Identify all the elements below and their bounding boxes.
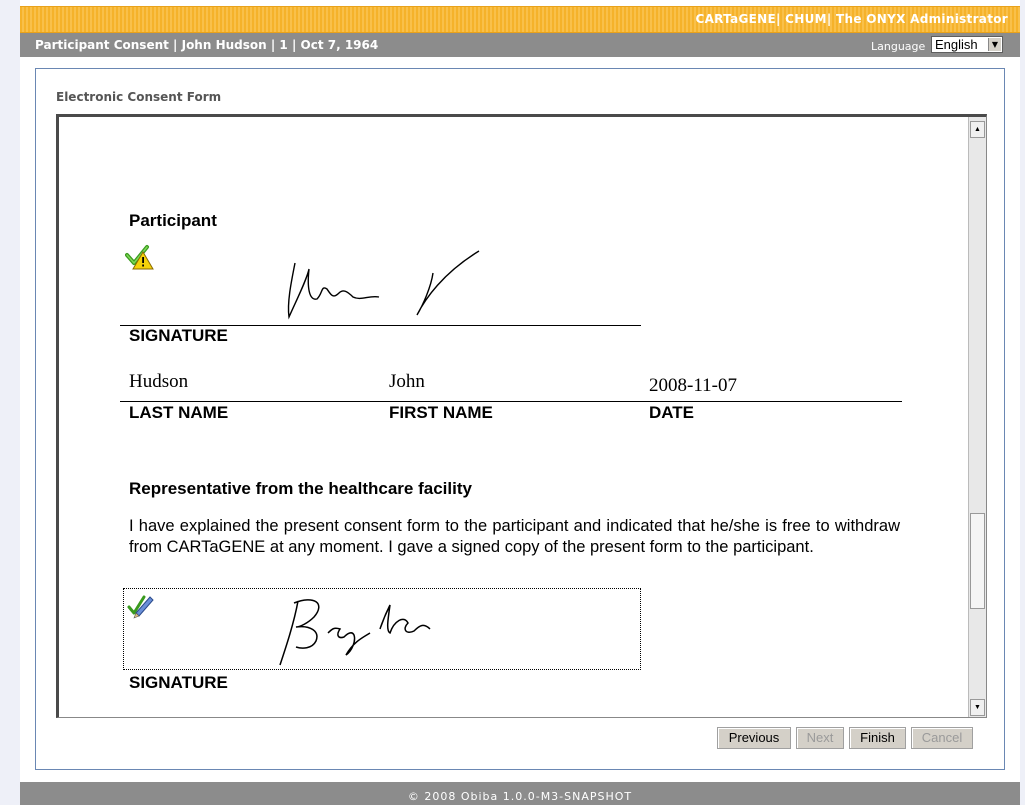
finish-button[interactable]: Finish <box>849 727 906 749</box>
representative-statement: I have explained the present consent for… <box>129 517 900 556</box>
previous-button[interactable]: Previous <box>717 727 791 749</box>
participant-heading: Participant <box>129 211 217 230</box>
chevron-down-icon[interactable]: ▼ <box>988 38 1001 51</box>
representative-signature-box[interactable] <box>123 588 641 670</box>
consent-panel: Electronic Consent Form Participant SIGN… <box>35 68 1005 770</box>
app-title: CARTaGENE| CHUM| The ONYX Administrator <box>695 12 1008 26</box>
page-right-margin <box>1020 0 1025 805</box>
language-selected-value: English <box>935 37 978 52</box>
scroll-up-button[interactable]: ▲ <box>970 121 985 138</box>
check-warning-icon[interactable] <box>125 243 155 271</box>
participant-signature-image <box>287 250 480 320</box>
first-name-label: FIRST NAME <box>389 403 493 422</box>
first-name-value: John <box>389 371 425 392</box>
page-left-margin <box>0 0 20 805</box>
participant-header: Participant Consent | John Hudson | 1 | … <box>20 33 1020 57</box>
date-value: 2008-11-07 <box>649 375 737 396</box>
scroll-thumb[interactable] <box>970 513 985 609</box>
representative-heading: Representative from the healthcare facil… <box>129 479 472 498</box>
panel-title: Electronic Consent Form <box>56 90 222 104</box>
cancel-button[interactable]: Cancel <box>911 727 973 749</box>
next-button[interactable]: Next <box>796 727 844 749</box>
language-label: Language <box>871 40 926 53</box>
footer: © 2008 Obiba 1.0.0-M3-SNAPSHOT <box>20 782 1020 805</box>
representative-signature-image <box>279 599 431 666</box>
footer-text: © 2008 Obiba 1.0.0-M3-SNAPSHOT <box>407 790 633 803</box>
last-name-value: Hudson <box>129 371 189 392</box>
pen-edit-icon[interactable] <box>126 591 154 619</box>
document-scrollbar[interactable]: ▲ ▼ <box>968 117 986 717</box>
last-name-label: LAST NAME <box>129 403 229 422</box>
language-select[interactable]: English ▼ <box>931 36 1003 53</box>
signature-label: SIGNATURE <box>129 326 228 345</box>
name-date-line <box>120 401 902 402</box>
signature-label-2: SIGNATURE <box>129 673 228 692</box>
page-title: Participant Consent | John Hudson | 1 | … <box>35 38 379 52</box>
app-title-bar: CARTaGENE| CHUM| The ONYX Administrator <box>20 6 1020 33</box>
consent-document-viewer[interactable]: Participant SIGNATURE Hudson John 2008-1… <box>56 114 987 718</box>
date-label: DATE <box>649 403 695 422</box>
scroll-down-button[interactable]: ▼ <box>970 699 985 716</box>
